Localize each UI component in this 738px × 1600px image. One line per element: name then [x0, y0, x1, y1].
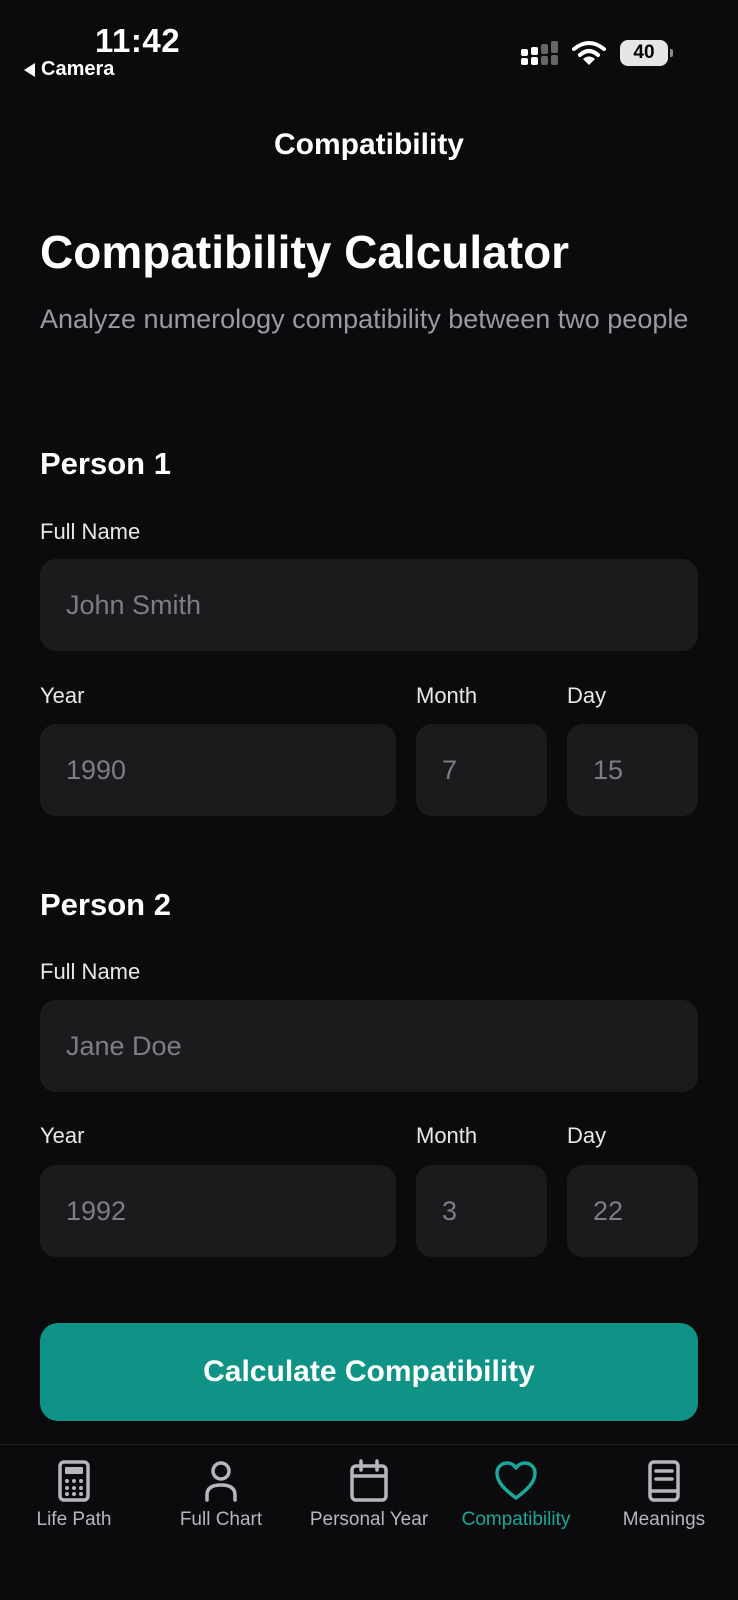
person-1-year-input[interactable]: 1990	[40, 724, 396, 816]
back-to-camera-link[interactable]: Camera	[24, 58, 114, 81]
person-1-day-placeholder: 15	[593, 754, 624, 785]
person-2-name-label: Full Name	[40, 959, 141, 984]
compatibility-screen: 11:42 Camera 40 Compatibility Compatibil…	[0, 0, 738, 1600]
tab-bar: Life Path Full Chart Personal Year Compa…	[0, 1444, 738, 1600]
wifi-icon	[572, 41, 606, 65]
person-1-month-label: Month	[416, 683, 478, 708]
nav-title: Compatibility	[273, 128, 464, 161]
back-arrow-icon	[24, 62, 35, 77]
page-header: Compatibility Calculator Analyze numerol…	[40, 222, 698, 342]
person-2-month-input[interactable]: 3	[416, 1165, 547, 1257]
tab-label: Compatibility	[461, 1509, 571, 1530]
person-1-day-label: Day	[567, 683, 607, 708]
person-1-name-label: Full Name	[40, 519, 141, 544]
tab-label: Meanings	[622, 1509, 706, 1530]
tab-meanings[interactable]: Meanings	[604, 1459, 724, 1531]
person-2-heading: Person 2	[40, 887, 171, 922]
tab-compatibility[interactable]: Compatibility	[446, 1459, 586, 1531]
battery-indicator: 40	[620, 40, 673, 66]
person-2-year-label: Year	[40, 1123, 85, 1148]
tab-label: Personal Year	[309, 1509, 429, 1530]
page-subtitle: Analyze numerology compatibility between…	[40, 304, 689, 334]
page-title: Compatibility Calculator	[40, 226, 570, 278]
tab-life-path[interactable]: Life Path	[14, 1459, 134, 1531]
person-2-year-placeholder: 1992	[66, 1195, 127, 1226]
person-2-day-input[interactable]: 22	[567, 1165, 698, 1257]
person-1-year-placeholder: 1990	[66, 754, 127, 785]
person-2-name-input[interactable]: Jane Doe	[40, 1000, 698, 1092]
person-1-month-placeholder: 7	[442, 754, 458, 785]
status-time: 11:42	[95, 22, 181, 59]
person-2-month-label: Month	[416, 1123, 478, 1148]
person-1-heading: Person 1	[40, 446, 171, 481]
person-1-day-input[interactable]: 15	[567, 724, 698, 816]
person-2-day-label: Day	[567, 1123, 607, 1148]
tab-label: Full Chart	[179, 1509, 263, 1530]
person-1-name-input[interactable]: John Smith	[40, 559, 698, 651]
calculate-compatibility-button[interactable]: Calculate Compatibility	[40, 1323, 698, 1421]
person-1-month-input[interactable]: 7	[416, 724, 547, 816]
signal-icon	[521, 41, 558, 65]
tab-full-chart[interactable]: Full Chart	[161, 1459, 281, 1531]
person-icon	[205, 1461, 237, 1502]
tab-personal-year[interactable]: Personal Year	[299, 1459, 439, 1531]
book-icon	[648, 1460, 680, 1502]
person-2-day-placeholder: 22	[593, 1195, 624, 1226]
calculator-icon	[58, 1460, 90, 1502]
battery-level: 40	[633, 42, 655, 63]
heart-icon	[495, 1461, 537, 1500]
person-1-year-label: Year	[40, 683, 85, 708]
status-indicators: 40	[520, 40, 673, 66]
person-2-year-input[interactable]: 1992	[40, 1165, 396, 1257]
tab-label: Life Path	[36, 1509, 112, 1530]
person-2-month-placeholder: 3	[442, 1195, 458, 1226]
back-label: Camera	[41, 58, 115, 80]
person-1-name-placeholder: John Smith	[66, 589, 202, 620]
calendar-icon	[350, 1459, 388, 1502]
person-2-name-placeholder: Jane Doe	[66, 1030, 182, 1061]
